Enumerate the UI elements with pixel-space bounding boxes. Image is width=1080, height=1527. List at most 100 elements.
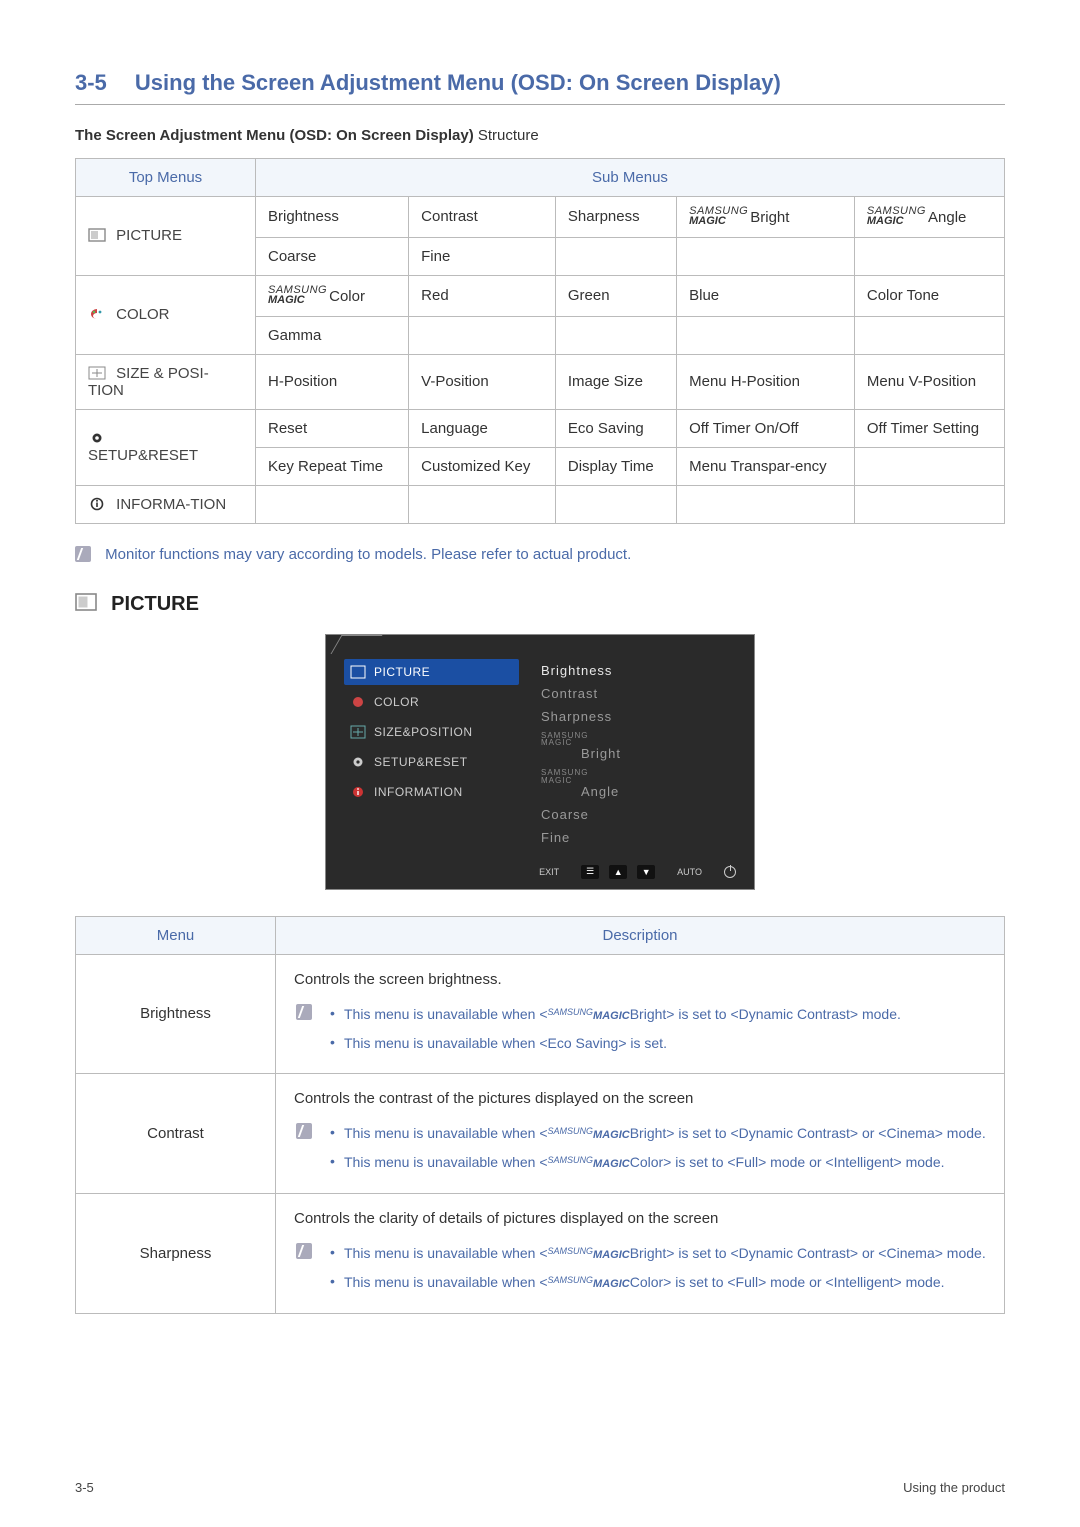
cell: H-Position (256, 354, 409, 409)
osd-right-brightness: Brightness (539, 659, 736, 682)
magic-samsung: SAMSUNG (548, 1009, 594, 1016)
top-menu-info-label: INFORMA-TION (116, 496, 226, 513)
osd-left-menu: PICTURE COLOR SIZE&POSITION SETUP&RESET … (344, 659, 519, 849)
desc-text-suffix: Color (630, 1154, 663, 1170)
desc-text-post: > is set to <Dynamic Contrast> or <Cinem… (666, 1125, 985, 1141)
desc-text-post: > is set to <Dynamic Contrast> mode. (666, 1006, 901, 1022)
desc-item: This menu is unavailable when <SAMSUNGMA… (330, 1000, 986, 1029)
cell: Off Timer Setting (854, 409, 1004, 447)
osd-right-menu: Brightness Contrast Sharpness SAMSUNGMAG… (539, 659, 736, 849)
osd-left-color: COLOR (344, 689, 519, 715)
top-menu-picture-label: PICTURE (116, 227, 182, 244)
cell (409, 316, 556, 354)
page-footer: 3-5 Using the product (75, 1480, 1005, 1495)
desc-text-suffix: Bright (630, 1006, 667, 1022)
cell: Off Timer On/Off (677, 409, 855, 447)
picture-heading: PICTURE (111, 593, 199, 616)
section-heading: 3-5 Using the Screen Adjustment Menu (OS… (75, 70, 1005, 105)
osd-left-label: INFORMATION (374, 785, 463, 799)
top-menu-color: COLOR (76, 275, 256, 354)
menu-btn-icon: ☰ (581, 865, 599, 879)
note-text: Monitor functions may vary according to … (105, 546, 631, 563)
desc-text-pre: This menu is unavailable when < (344, 1245, 548, 1261)
note-icon (75, 546, 91, 562)
cell (854, 316, 1004, 354)
cell (555, 316, 676, 354)
cell: SAMSUNG MAGIC Bright (677, 197, 855, 238)
desc-item: This menu is unavailable when <SAMSUNGMA… (330, 1239, 986, 1268)
color-icon (350, 695, 366, 709)
note-icon (296, 1243, 312, 1259)
tiny-magic: SAMSUNGMAGIC (541, 769, 734, 783)
cell (677, 237, 855, 275)
desc-text-suffix: Bright (630, 1245, 667, 1261)
cell: Gamma (256, 316, 409, 354)
osd-footer-buttons: ☰ ▲ ▼ (581, 865, 655, 879)
magic-magic: MAGIC (593, 1278, 630, 1290)
magic-magic: MAGIC (593, 1158, 630, 1170)
note-icon (296, 1004, 312, 1020)
power-icon (724, 866, 736, 878)
osd-right-magicangle: SAMSUNGMAGIC Angle (539, 765, 736, 802)
cell-text: Color (329, 288, 365, 305)
desc-item: This menu is unavailable when <Eco Savin… (330, 1029, 986, 1057)
osd-exit-label: EXIT (539, 867, 559, 877)
desc-intro: Controls the clarity of details of pictu… (294, 1210, 986, 1227)
cell: Language (409, 409, 556, 447)
desc-sharpness-name: Sharpness (76, 1193, 276, 1313)
osd-left-info: INFORMATION (344, 779, 519, 805)
cell (555, 237, 676, 275)
cell (854, 447, 1004, 485)
osd-left-label: PICTURE (374, 665, 430, 679)
magic-logo: SAMSUNG MAGIC (689, 207, 748, 227)
cell: Display Time (555, 447, 676, 485)
osd-left-setup: SETUP&RESET (344, 749, 519, 775)
magic-magic: MAGIC (593, 1010, 630, 1022)
desc-table: Menu Description Brightness Controls the… (75, 916, 1005, 1314)
cell: Customized Key (409, 447, 556, 485)
picture-heading-row: PICTURE (75, 593, 1005, 617)
top-menu-size-label: SIZE & POSI-TION (88, 365, 209, 399)
desc-text-pre: This menu is unavailable when <Eco Savin… (344, 1035, 667, 1051)
osd-structure-table: Top Menus Sub Menus PICTURE Brightness C… (75, 158, 1005, 524)
desc-item: This menu is unavailable when <SAMSUNGMA… (330, 1119, 986, 1148)
magic-magic: MAGIC (867, 215, 904, 227)
top-menu-size: SIZE & POSI-TION (76, 354, 256, 409)
osd-right-label: Angle (581, 784, 619, 799)
info-icon (350, 785, 366, 799)
cell: V-Position (409, 354, 556, 409)
desc-intro: Controls the screen brightness. (294, 971, 986, 988)
cell-text: Bright (750, 209, 789, 226)
magic-logo: SAMSUNG MAGIC (268, 286, 327, 306)
info-icon (88, 497, 106, 511)
osd-right-contrast: Contrast (539, 682, 736, 705)
gear-icon (350, 755, 366, 769)
desc-text-suffix: Bright (630, 1125, 667, 1141)
magic-magic: MAGIC (593, 1129, 630, 1141)
desc-text-suffix: Color (630, 1274, 663, 1290)
osd-right-coarse: Coarse (539, 803, 736, 826)
section-title: Using the Screen Adjustment Menu (OSD: O… (135, 70, 781, 95)
magic-logo: SAMSUNG MAGIC (867, 207, 926, 227)
desc-text-post: > is set to <Dynamic Contrast> or <Cinem… (666, 1245, 985, 1261)
cell: Menu V-Position (854, 354, 1004, 409)
desc-text-pre: This menu is unavailable when < (344, 1125, 548, 1141)
section-number: 3-5 (75, 70, 107, 95)
top-menu-info: INFORMA-TION (76, 485, 256, 523)
desc-text-post: > is set to <Full> mode or <Intelligent>… (663, 1274, 944, 1290)
osd-auto-label: AUTO (677, 867, 702, 877)
magic-logo: SAMSUNGMAGIC (548, 1125, 630, 1141)
osd-screenshot: PICTURE COLOR SIZE&POSITION SETUP&RESET … (325, 634, 755, 890)
magic-samsung: SAMSUNG (548, 1248, 594, 1255)
cell: Menu Transpar-ency (677, 447, 855, 485)
osd-right-magicbright: SAMSUNGMAGIC Bright (539, 728, 736, 765)
cell: Reset (256, 409, 409, 447)
osd-right-fine: Fine (539, 826, 736, 849)
desc-brightness-body: Controls the screen brightness. This men… (276, 954, 1005, 1073)
cell: Coarse (256, 237, 409, 275)
th-top-menus: Top Menus (76, 159, 256, 197)
cell (555, 485, 676, 523)
picture-heading-icon (75, 593, 97, 611)
down-btn-icon: ▼ (637, 865, 655, 879)
cell: SAMSUNG MAGIC Color (256, 275, 409, 316)
